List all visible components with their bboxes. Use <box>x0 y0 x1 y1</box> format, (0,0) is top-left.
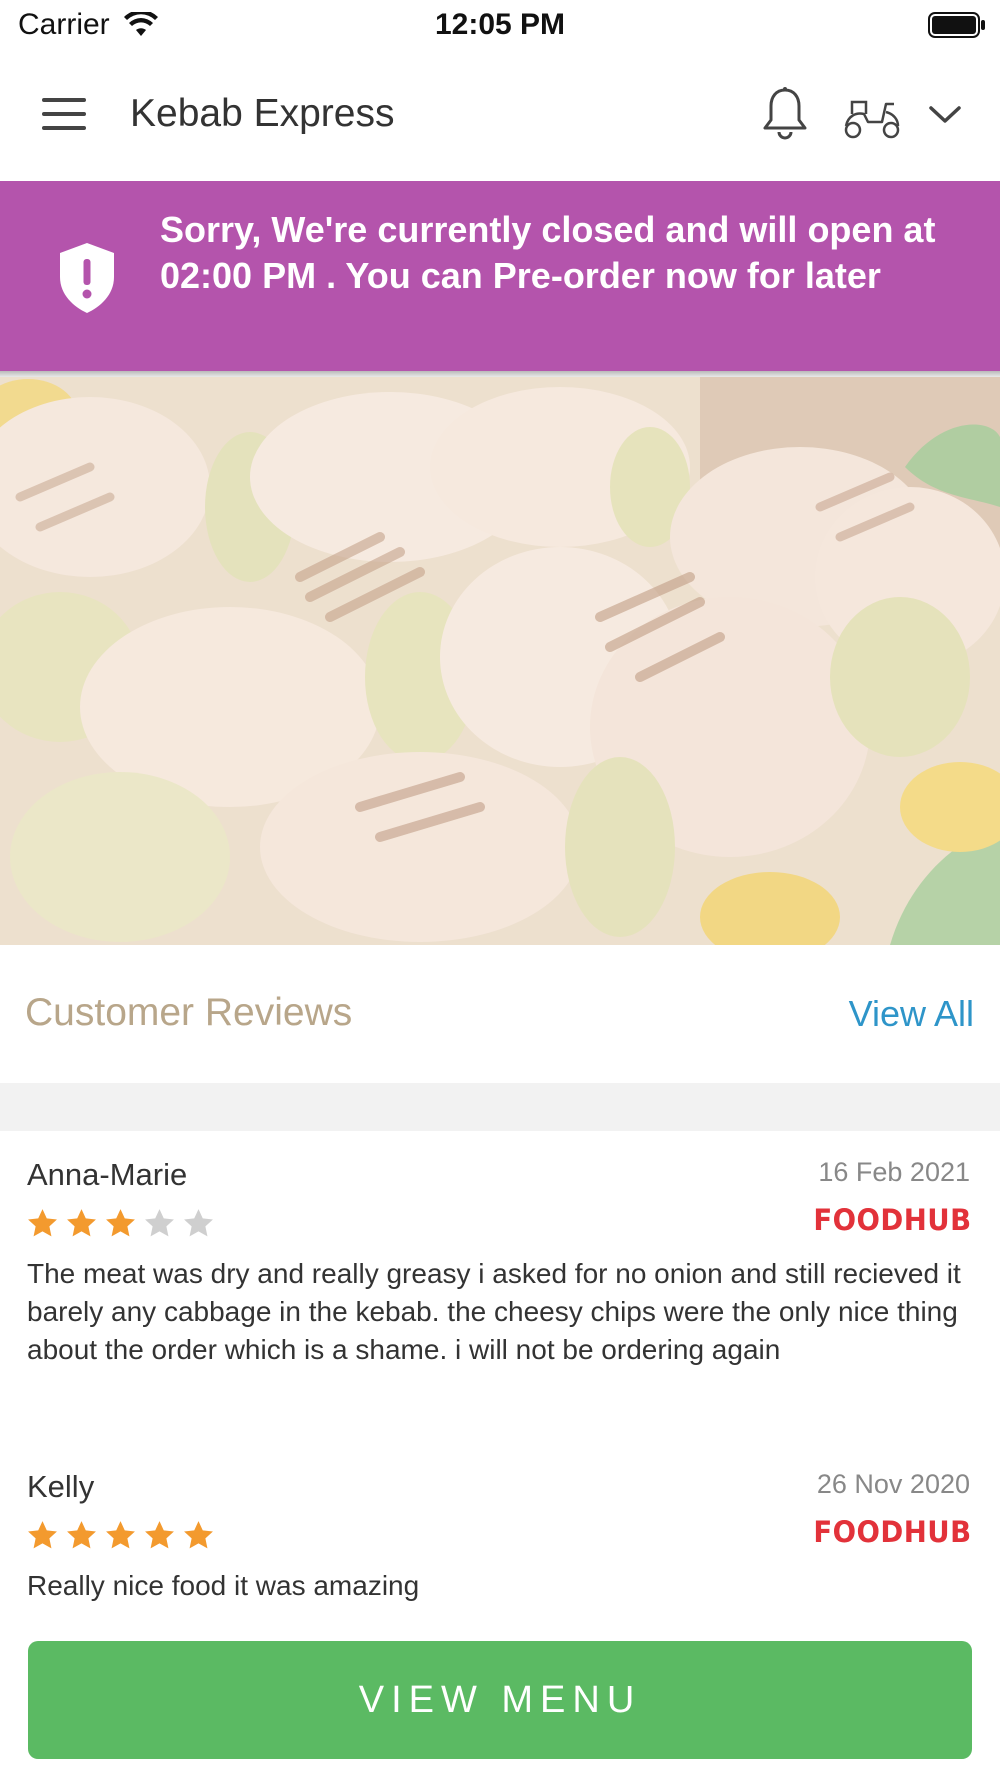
foodhub-logo: FOODHUB <box>813 1203 972 1237</box>
star-empty-icon <box>184 1209 213 1237</box>
bell-icon[interactable] <box>762 86 808 142</box>
star-filled-icon <box>28 1521 57 1549</box>
hamburger-menu-icon[interactable] <box>42 98 88 132</box>
chevron-down-icon[interactable] <box>928 104 962 126</box>
reviewer-name: Anna-Marie <box>27 1157 188 1192</box>
shield-alert-icon <box>60 243 114 313</box>
restaurant-home-screen: Carrier 12:05 PM Kebab Express Sorry, We… <box>0 0 1000 1778</box>
status-time: 12:05 PM <box>434 8 566 41</box>
hero-food-image <box>0 377 1000 945</box>
reviewer-name: Kelly <box>27 1469 95 1504</box>
view-menu-button[interactable]: VIEW MENU <box>28 1641 972 1759</box>
star-filled-icon <box>106 1521 135 1549</box>
review-card: Anna-Marie 16 Feb 2021 FOODHUB The meat … <box>0 1131 1000 1443</box>
closed-notice-text: Sorry, We're currently closed and will o… <box>160 209 936 296</box>
star-filled-icon <box>28 1209 57 1237</box>
star-filled-icon <box>145 1521 174 1549</box>
review-date: 16 Feb 2021 <box>818 1157 970 1187</box>
battery-icon <box>928 12 985 38</box>
section-divider <box>0 1083 1000 1131</box>
app-header: Kebab Express <box>0 48 1000 182</box>
review-text: The meat was dry and really greasy i ask… <box>27 1258 961 1365</box>
reviews-section-header: Customer Reviews View All <box>0 945 1000 1083</box>
star-filled-icon <box>67 1521 96 1549</box>
closed-notice-banner: Sorry, We're currently closed and will o… <box>0 181 1000 371</box>
star-filled-icon <box>184 1521 213 1549</box>
review-text: Really nice food it was amazing <box>27 1570 420 1601</box>
star-filled-icon <box>106 1209 135 1237</box>
star-rating <box>26 1207 215 1241</box>
view-all-reviews-link[interactable]: View All <box>849 993 974 1035</box>
foodhub-logo: FOODHUB <box>813 1515 972 1549</box>
review-card: Kelly 26 Nov 2020 FOODHUB Really nice fo… <box>0 1443 1000 1623</box>
status-bar: Carrier 12:05 PM <box>0 0 1000 48</box>
star-filled-icon <box>67 1209 96 1237</box>
reviews-title: Customer Reviews <box>25 991 353 1034</box>
chicken-skewer-illustration <box>0 377 1000 945</box>
review-date: 26 Nov 2020 <box>816 1469 970 1499</box>
star-empty-icon <box>145 1209 174 1237</box>
scooter-delivery-icon[interactable] <box>842 92 902 140</box>
star-rating <box>26 1519 215 1553</box>
restaurant-name: Kebab Express <box>130 92 395 135</box>
